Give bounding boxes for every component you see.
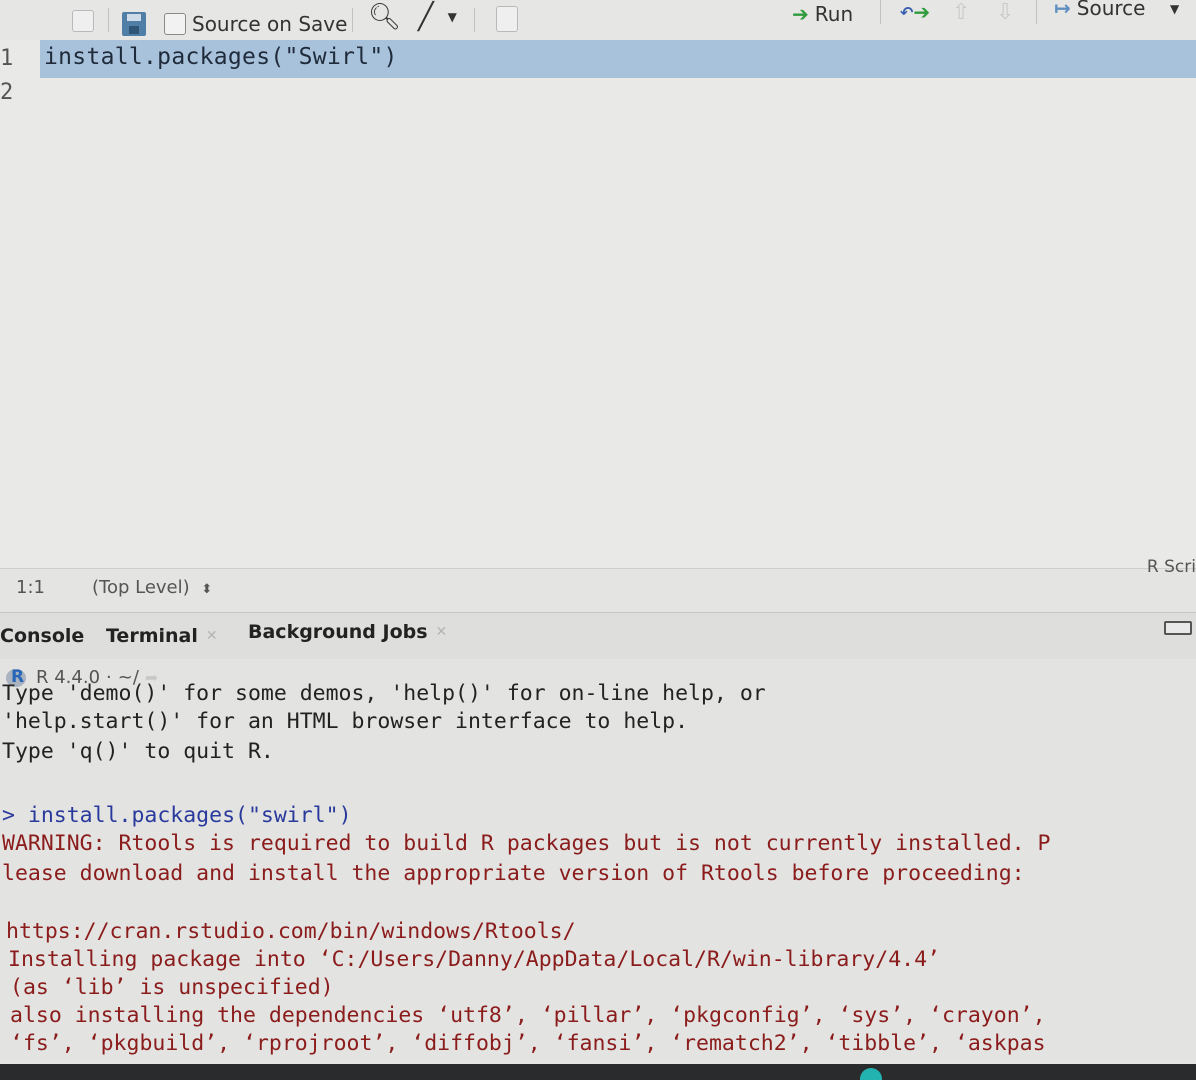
run-label: Run [814, 2, 854, 26]
rerun-button[interactable]: ↶ ➔ [900, 0, 930, 24]
tab-console[interactable]: Console [0, 625, 84, 647]
console-warning-line: (as ‘lib’ is unspecified) [10, 975, 334, 1000]
console-input-line: > install.packages("swirl") [2, 803, 352, 828]
tab-background-jobs[interactable]: Background Jobs ✕ [248, 621, 447, 643]
toolbar-divider [352, 8, 353, 32]
editor-status-bar: 1:1 (Top Level) ⬍ R Scri [0, 557, 1196, 605]
console-warning-line: lease download and install the appropria… [2, 861, 1025, 886]
chevron-down-icon: ▼ [1170, 2, 1180, 16]
editor-toolbar: Source on Save 🔍︎ ╱ ▼ ➔ Run ↶ ➔ ⇧ ⇩ ↦ So… [0, 0, 1196, 40]
close-icon[interactable]: ✕ [206, 628, 218, 644]
r-console[interactable]: R R 4.4.0 · ~/ ➦ Type 'demo()' for some … [0, 659, 1196, 1059]
rerun-icon: ↶ [900, 2, 914, 22]
rerun-arrow-icon: ➔ [913, 0, 931, 24]
save-icon [122, 12, 146, 36]
search-icon: 🔍︎ [368, 2, 402, 32]
rtools-link[interactable]: https://cran.rstudio.com/bin/windows/Rto… [6, 919, 576, 944]
line-number: 1 [0, 46, 14, 71]
find-replace-button[interactable]: 🔍︎ [368, 4, 401, 30]
source-dropdown-button[interactable]: ▼ [1170, 2, 1179, 16]
console-command: install.packages("swirl") [27, 803, 352, 828]
arrow-up-icon: ⇧ [952, 0, 971, 25]
show-in-new-window-button[interactable] [72, 10, 94, 32]
scope-selector[interactable]: (Top Level) ⬍ [92, 577, 212, 598]
compile-report-button[interactable] [496, 6, 518, 32]
save-button[interactable] [122, 12, 146, 36]
line-number: 2 [0, 80, 14, 105]
taskbar-app-icon[interactable] [860, 1068, 882, 1080]
cursor-position: 1:1 [16, 577, 45, 598]
tab-label: Console [0, 625, 85, 647]
show-in-new-window-icon [72, 10, 94, 32]
code-tools-button[interactable]: ╱ ▼ [418, 4, 457, 30]
run-button[interactable]: ➔ Run [792, 2, 853, 26]
console-line: Type 'demo()' for some demos, 'help()' f… [2, 681, 766, 706]
tab-label: Terminal [106, 625, 198, 647]
console-line: 'help.start()' for an HTML browser inter… [2, 709, 689, 734]
source-label: Source [1076, 0, 1146, 20]
source-icon: ↦ [1054, 0, 1071, 20]
console-warning-line: WARNING: Rtools is required to build R p… [2, 831, 1051, 856]
minimize-pane-icon[interactable] [1164, 621, 1192, 635]
console-warning-line: ‘fs’, ‘pkgbuild’, ‘rprojroot’, ‘diffobj’… [10, 1031, 1046, 1056]
go-up-button[interactable]: ⇧ [952, 0, 970, 25]
toolbar-divider [474, 8, 475, 32]
taskbar [0, 1064, 1196, 1080]
source-on-save-label: Source on Save [192, 12, 348, 36]
source-on-save-checkbox[interactable] [164, 13, 186, 35]
close-icon[interactable]: ✕ [436, 624, 448, 640]
code-editor[interactable]: 1 2 install.packages("Swirl") [0, 40, 1196, 570]
source-on-save-toggle[interactable]: Source on Save [164, 12, 347, 36]
tab-terminal[interactable]: Terminal ✕ [106, 625, 218, 647]
toolbar-divider [880, 0, 881, 24]
notebook-icon [496, 6, 518, 32]
magic-wand-icon: ╱ [418, 2, 434, 32]
scope-label: (Top Level) [92, 577, 190, 598]
tab-label: Background Jobs [248, 621, 428, 643]
toolbar-divider [1036, 0, 1037, 24]
console-tab-bar: Console Terminal ✕ Background Jobs ✕ [0, 612, 1196, 660]
run-arrow-icon: ➔ [792, 2, 809, 26]
toolbar-divider [108, 8, 109, 32]
console-line: Type 'q()' to quit R. [2, 739, 274, 764]
code-line[interactable]: install.packages("Swirl") [44, 44, 398, 70]
console-warning-line: Installing package into ‘C:/Users/Danny/… [8, 947, 940, 972]
go-down-button[interactable]: ⇩ [996, 0, 1014, 25]
file-type-selector[interactable]: R Scri [1147, 557, 1196, 577]
console-warning-line: also installing the dependencies ‘utf8’,… [10, 1003, 1046, 1028]
updown-icon: ⬍ [201, 582, 213, 597]
console-prompt: > [2, 803, 15, 828]
source-button[interactable]: ↦ Source [1054, 0, 1145, 20]
arrow-down-icon: ⇩ [996, 0, 1015, 25]
chevron-down-icon: ▼ [447, 10, 457, 24]
